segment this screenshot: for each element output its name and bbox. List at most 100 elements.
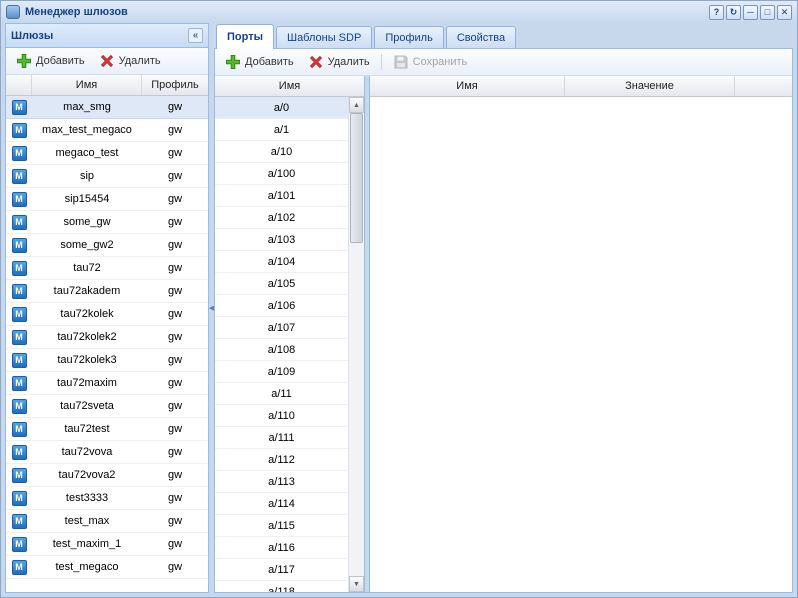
- gateway-row[interactable]: M max_test_megaco gw: [6, 119, 208, 142]
- gateway-row[interactable]: M some_gw2 gw: [6, 234, 208, 257]
- save-button[interactable]: Сохранить: [387, 51, 474, 73]
- port-name: a/11: [271, 388, 292, 400]
- port-name: a/100: [268, 168, 296, 180]
- gateway-row[interactable]: M tau72test gw: [6, 418, 208, 441]
- window-control-button[interactable]: ✕: [777, 5, 792, 20]
- port-row[interactable]: a/102: [215, 207, 348, 229]
- port-name: a/102: [268, 212, 296, 224]
- port-row[interactable]: a/110: [215, 405, 348, 427]
- gateway-row[interactable]: M tau72maxim gw: [6, 372, 208, 395]
- properties-header-value[interactable]: Значение: [565, 76, 735, 96]
- tab[interactable]: Свойства: [446, 26, 516, 48]
- gateway-row[interactable]: M tau72kolek3 gw: [6, 349, 208, 372]
- ports-scrollbar[interactable]: ▲ ▼: [348, 97, 364, 592]
- gateway-row[interactable]: M sip15454 gw: [6, 188, 208, 211]
- megaco-gateway-icon: M: [12, 353, 27, 368]
- window-control-button[interactable]: ?: [709, 5, 724, 20]
- scroll-up-icon[interactable]: ▲: [349, 97, 364, 113]
- delete-gateway-button[interactable]: Удалить: [93, 50, 167, 72]
- tab[interactable]: Порты: [216, 24, 274, 49]
- ports-header-name[interactable]: Имя: [215, 76, 364, 96]
- tab[interactable]: Шаблоны SDP: [276, 26, 372, 48]
- port-row[interactable]: a/11: [215, 383, 348, 405]
- megaco-gateway-icon: M: [12, 514, 27, 529]
- port-row[interactable]: a/109: [215, 361, 348, 383]
- gateways-grid-header: Имя Профиль: [6, 75, 208, 96]
- port-row[interactable]: a/113: [215, 471, 348, 493]
- port-row[interactable]: a/10: [215, 141, 348, 163]
- scroll-down-icon[interactable]: ▼: [349, 576, 364, 592]
- port-row[interactable]: a/104: [215, 251, 348, 273]
- delete-gateway-label: Удалить: [119, 55, 161, 67]
- gateway-badge-cell: M: [6, 445, 32, 460]
- port-row[interactable]: a/118: [215, 581, 348, 592]
- gateway-row[interactable]: M test_megaco gw: [6, 556, 208, 579]
- add-gateway-button[interactable]: Добавить: [10, 50, 91, 72]
- gateway-name: sip: [32, 170, 142, 182]
- gateway-row[interactable]: M some_gw gw: [6, 211, 208, 234]
- gateway-row[interactable]: M tau72vova gw: [6, 441, 208, 464]
- gateway-name: test3333: [32, 492, 142, 504]
- window-control-button[interactable]: □: [760, 5, 775, 20]
- gateway-row[interactable]: M tau72 gw: [6, 257, 208, 280]
- window-controls: ?↻─□✕: [709, 5, 792, 20]
- window-control-button[interactable]: ↻: [726, 5, 741, 20]
- properties-header-filler: [735, 76, 792, 96]
- port-row[interactable]: a/107: [215, 317, 348, 339]
- window-titlebar: Менеджер шлюзов ?↻─□✕: [1, 1, 797, 23]
- ports-content: Имя a/0 a/1 a/10: [215, 76, 792, 592]
- port-row[interactable]: a/105: [215, 273, 348, 295]
- gateway-row[interactable]: M sip gw: [6, 165, 208, 188]
- gateway-badge-cell: M: [6, 146, 32, 161]
- gateway-row[interactable]: M test_max gw: [6, 510, 208, 533]
- gateway-row[interactable]: M tau72sveta gw: [6, 395, 208, 418]
- port-row[interactable]: a/112: [215, 449, 348, 471]
- ports-list-panel: Имя a/0 a/1 a/10: [215, 76, 365, 592]
- port-row[interactable]: a/0: [215, 97, 348, 119]
- port-name: a/103: [268, 234, 296, 246]
- gateway-row[interactable]: M test3333 gw: [6, 487, 208, 510]
- gateway-name: tau72kolek3: [32, 354, 142, 366]
- gateway-row[interactable]: M tau72kolek2 gw: [6, 326, 208, 349]
- port-row[interactable]: a/101: [215, 185, 348, 207]
- port-row[interactable]: a/116: [215, 537, 348, 559]
- port-row[interactable]: a/106: [215, 295, 348, 317]
- ports-tab-panel: Добавить Удалить Сохранить: [214, 48, 793, 593]
- gateway-badge-cell: M: [6, 169, 32, 184]
- gateways-header-profile[interactable]: Профиль: [142, 75, 208, 95]
- gateway-profile: gw: [142, 446, 208, 458]
- gateway-row[interactable]: M tau72vova2 gw: [6, 464, 208, 487]
- port-row[interactable]: a/111: [215, 427, 348, 449]
- gateway-row[interactable]: M test_maxim_1 gw: [6, 533, 208, 556]
- toolbar-separator: [381, 54, 382, 70]
- port-row[interactable]: a/115: [215, 515, 348, 537]
- gateway-row[interactable]: M tau72akadem gw: [6, 280, 208, 303]
- window-title: Менеджер шлюзов: [25, 6, 128, 18]
- port-row[interactable]: a/100: [215, 163, 348, 185]
- port-row[interactable]: a/108: [215, 339, 348, 361]
- gateway-row[interactable]: M megaco_test gw: [6, 142, 208, 165]
- add-port-button[interactable]: Добавить: [219, 51, 300, 73]
- gateway-badge-cell: M: [6, 307, 32, 322]
- tab[interactable]: Профиль: [374, 26, 444, 48]
- scrollbar-thumb[interactable]: [350, 113, 363, 243]
- properties-header-name[interactable]: Имя: [370, 76, 565, 96]
- port-row[interactable]: a/117: [215, 559, 348, 581]
- ports-list: a/0 a/1 a/10 a/100 a/101: [215, 97, 348, 592]
- gateway-name: max_test_megaco: [32, 124, 142, 136]
- port-row[interactable]: a/1: [215, 119, 348, 141]
- ports-toolbar: Добавить Удалить Сохранить: [215, 49, 792, 76]
- collapse-panel-button[interactable]: «: [188, 28, 203, 43]
- gateway-profile: gw: [142, 377, 208, 389]
- port-row[interactable]: a/114: [215, 493, 348, 515]
- gateways-header-name[interactable]: Имя: [32, 75, 142, 95]
- gateway-profile: gw: [142, 423, 208, 435]
- port-row[interactable]: a/103: [215, 229, 348, 251]
- delete-x-icon: [99, 53, 115, 69]
- gateway-row[interactable]: M tau72kolek gw: [6, 303, 208, 326]
- scrollbar-track[interactable]: [349, 113, 364, 576]
- window-control-button[interactable]: ─: [743, 5, 758, 20]
- gateway-row[interactable]: M max_smg gw: [6, 96, 208, 119]
- delete-port-button[interactable]: Удалить: [302, 51, 376, 73]
- port-name: a/109: [268, 366, 296, 378]
